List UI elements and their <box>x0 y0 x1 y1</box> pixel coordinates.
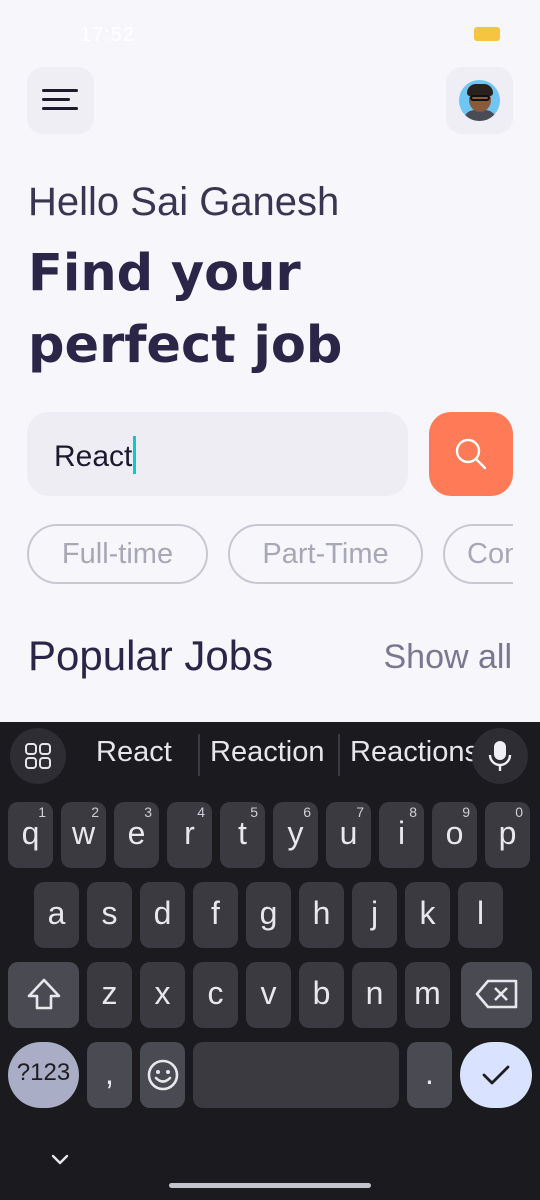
symbols-key[interactable]: ?123 <box>8 1042 79 1108</box>
key-h[interactable]: h <box>299 882 344 948</box>
keyboard-menu-button[interactable] <box>10 728 66 784</box>
key-hint: 3 <box>144 804 152 820</box>
menu-button[interactable] <box>27 67 94 134</box>
show-all-link[interactable]: Show all <box>383 638 512 677</box>
key-t[interactable]: t5 <box>220 802 265 868</box>
emoji-icon <box>147 1059 178 1091</box>
key-label: y <box>287 815 304 851</box>
status-icons <box>468 26 500 42</box>
emoji-key[interactable] <box>140 1042 185 1108</box>
search-input[interactable]: React <box>54 436 137 474</box>
section-title: Popular Jobs <box>28 632 274 679</box>
key-c[interactable]: c <box>193 962 238 1028</box>
status-time: 17:52 <box>80 24 136 46</box>
key-hint: 5 <box>250 804 258 820</box>
shift-key[interactable] <box>8 962 79 1028</box>
suggestion-3[interactable]: Reactions <box>350 736 479 769</box>
key-l[interactable]: l <box>458 882 503 948</box>
key-n[interactable]: n <box>352 962 397 1028</box>
key-label: o <box>445 815 464 851</box>
key-i[interactable]: i8 <box>379 802 424 868</box>
key-g[interactable]: g <box>246 882 291 948</box>
key-label: q <box>21 815 40 851</box>
key-e[interactable]: e3 <box>114 802 159 868</box>
key-hint: 6 <box>303 804 311 820</box>
suggestion-1[interactable]: React <box>96 736 172 769</box>
key-label: r <box>184 815 195 851</box>
key-y[interactable]: y6 <box>273 802 318 868</box>
greeting-text: Hello Sai Ganesh <box>28 180 340 224</box>
suggestion-strip: React Reaction Reactions <box>0 722 540 786</box>
gesture-nav-bar[interactable] <box>169 1183 371 1188</box>
chip-part-time[interactable]: Part-Time <box>228 524 423 584</box>
key-f[interactable]: f <box>193 882 238 948</box>
key-hint: 0 <box>515 804 523 820</box>
user-avatar-icon <box>459 80 500 121</box>
backspace-icon <box>475 979 517 1009</box>
key-o[interactable]: o9 <box>432 802 477 868</box>
key-m[interactable]: m <box>405 962 450 1028</box>
key-b[interactable]: b <box>299 962 344 1028</box>
comma-key[interactable]: , <box>87 1042 132 1108</box>
voice-input-button[interactable] <box>472 728 528 784</box>
period-key[interactable]: . <box>407 1042 452 1108</box>
on-screen-keyboard: React Reaction Reactions q1w2e3r4t5y6u7i… <box>0 722 540 1200</box>
enter-key[interactable] <box>460 1042 532 1108</box>
microphone-icon <box>488 741 512 771</box>
key-s[interactable]: s <box>87 882 132 948</box>
key-u[interactable]: u7 <box>326 802 371 868</box>
key-v[interactable]: v <box>246 962 291 1028</box>
key-p[interactable]: p0 <box>485 802 530 868</box>
search-button[interactable] <box>429 412 513 496</box>
key-a[interactable]: a <box>34 882 79 948</box>
search-input-value: React <box>54 440 133 473</box>
battery-icon <box>474 27 500 41</box>
search-icon <box>455 438 487 470</box>
key-w[interactable]: w2 <box>61 802 106 868</box>
key-k[interactable]: k <box>405 882 450 948</box>
suggestion-divider <box>198 734 200 776</box>
key-z[interactable]: z <box>87 962 132 1028</box>
key-hint: 4 <box>197 804 205 820</box>
key-label: e <box>127 815 146 851</box>
grid-icon <box>25 743 51 769</box>
suggestion-divider <box>338 734 340 776</box>
key-label: u <box>339 815 358 851</box>
chevron-down-icon[interactable] <box>50 1152 70 1166</box>
shift-icon <box>27 978 60 1010</box>
text-caret <box>133 436 137 474</box>
suggestion-2[interactable]: Reaction <box>210 736 324 769</box>
key-x[interactable]: x <box>140 962 185 1028</box>
search-field[interactable]: React <box>27 412 408 496</box>
page-title: Find your perfect job <box>28 244 343 375</box>
key-label: t <box>238 815 247 851</box>
key-d[interactable]: d <box>140 882 185 948</box>
job-type-chips: Full-time Part-Time Con <box>27 524 513 588</box>
key-hint: 8 <box>409 804 417 820</box>
checkmark-icon <box>482 1065 510 1085</box>
backspace-key[interactable] <box>461 962 532 1028</box>
profile-button[interactable] <box>446 67 513 134</box>
space-key[interactable] <box>193 1042 399 1108</box>
key-q[interactable]: q1 <box>8 802 53 868</box>
key-hint: 7 <box>356 804 364 820</box>
key-r[interactable]: r4 <box>167 802 212 868</box>
key-hint: 9 <box>462 804 470 820</box>
status-bar: 17:52 <box>0 0 540 60</box>
chip-contract[interactable]: Con <box>443 524 513 584</box>
key-label: i <box>397 815 406 851</box>
key-hint: 1 <box>38 804 46 820</box>
key-j[interactable]: j <box>352 882 397 948</box>
chip-full-time[interactable]: Full-time <box>27 524 208 584</box>
key-label: p <box>498 815 517 851</box>
key-hint: 2 <box>91 804 99 820</box>
